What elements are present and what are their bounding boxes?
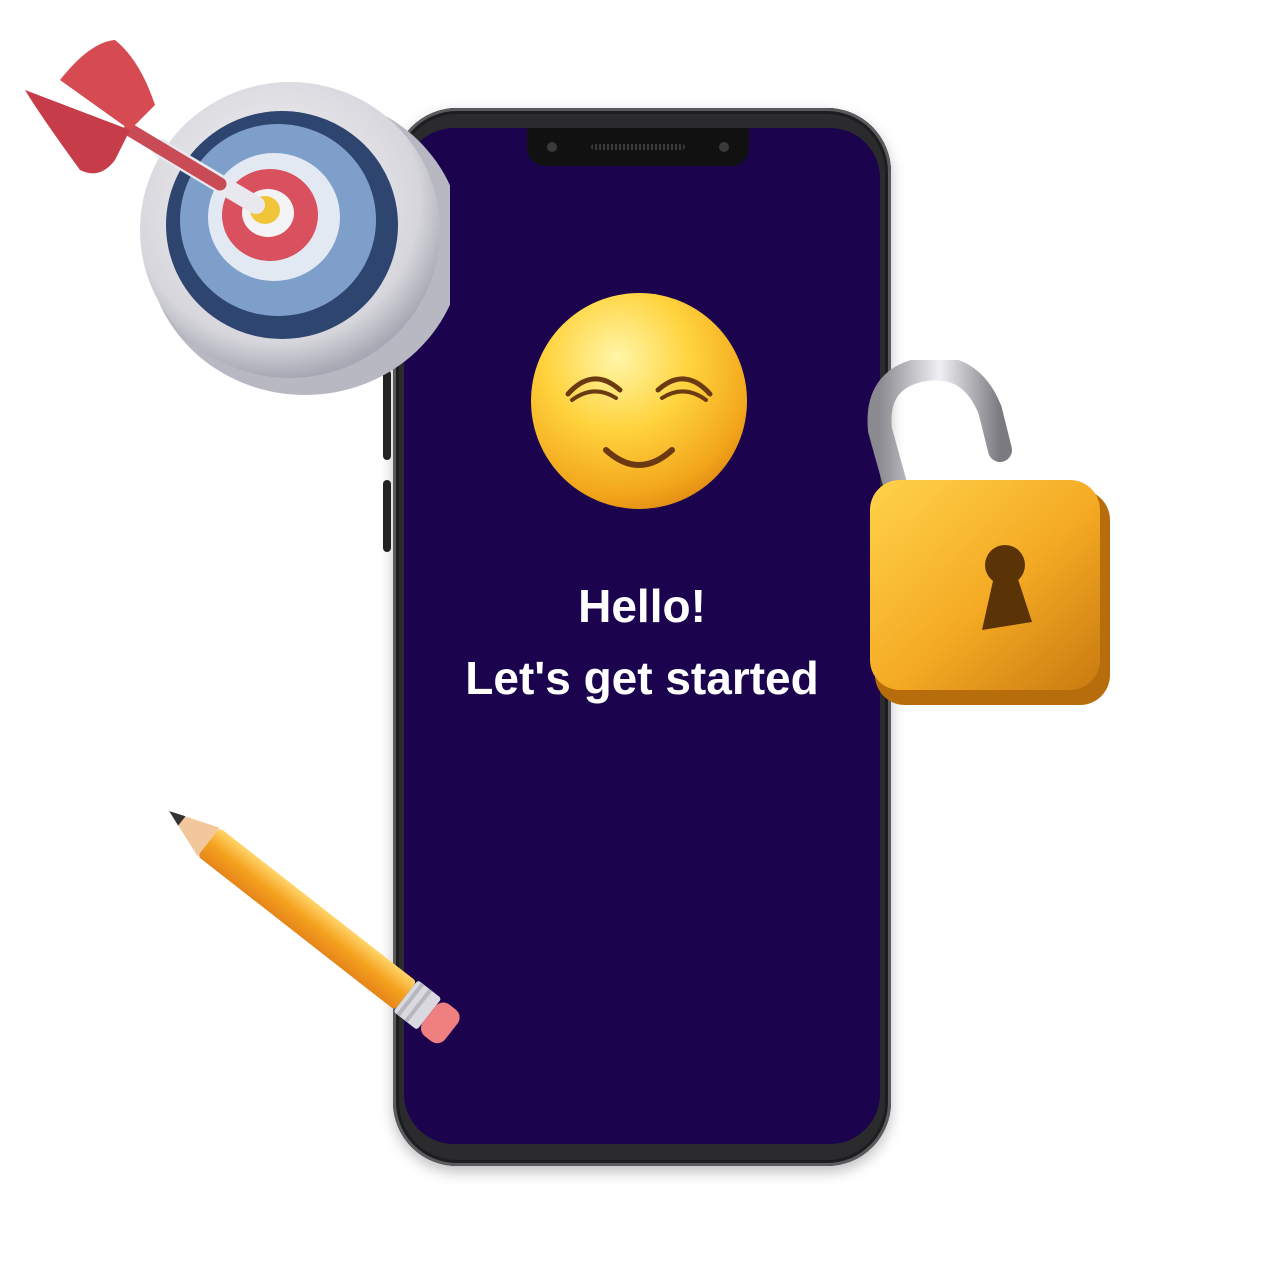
smiling-face-icon: [531, 293, 747, 509]
volume-down-button: [383, 480, 391, 552]
greeting-line-1: Hello!: [578, 580, 706, 632]
greeting-line-2: Let's get started: [465, 652, 819, 704]
greeting-text: Hello! Let's get started: [404, 570, 880, 714]
pencil-icon: [169, 811, 460, 1044]
unlocked-padlock-icon: [867, 360, 1110, 705]
camera-icon: [547, 142, 557, 152]
speaker-grille: [591, 144, 685, 150]
illustration: Hello! Let's get started: [0, 0, 1276, 1276]
sensor-icon: [719, 142, 729, 152]
dart-target-icon: [25, 40, 450, 395]
phone-notch: [527, 128, 749, 166]
